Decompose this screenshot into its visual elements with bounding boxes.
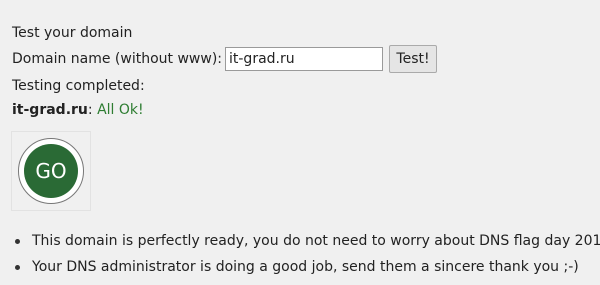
test-button[interactable]: Test! bbox=[389, 45, 437, 73]
list-item: Your DNS administrator is doing a good j… bbox=[12, 258, 600, 276]
result-domain: it-grad.ru bbox=[12, 102, 88, 118]
result-status: All Ok! bbox=[97, 102, 144, 118]
go-badge-ring: GO bbox=[18, 138, 84, 204]
domain-field-label: Domain name (without www): bbox=[12, 51, 222, 67]
domain-form: Domain name (without www): Test! bbox=[12, 44, 437, 74]
list-item-text: This domain is perfectly ready, you do n… bbox=[32, 233, 600, 249]
status-text: Testing completed: bbox=[12, 78, 145, 94]
domain-input[interactable] bbox=[225, 47, 383, 71]
go-badge: GO bbox=[11, 131, 91, 211]
result-separator: : bbox=[87, 102, 98, 118]
result-details-list: This domain is perfectly ready, you do n… bbox=[12, 232, 600, 284]
bullet-icon bbox=[15, 239, 20, 244]
page-heading: Test your domain bbox=[12, 25, 133, 41]
list-item-text: Your DNS administrator is doing a good j… bbox=[32, 259, 579, 275]
result-line: it-grad.ru: All Ok! bbox=[12, 101, 144, 119]
list-item: This domain is perfectly ready, you do n… bbox=[12, 232, 600, 250]
bullet-icon bbox=[15, 265, 20, 270]
go-badge-label: GO bbox=[24, 144, 78, 198]
